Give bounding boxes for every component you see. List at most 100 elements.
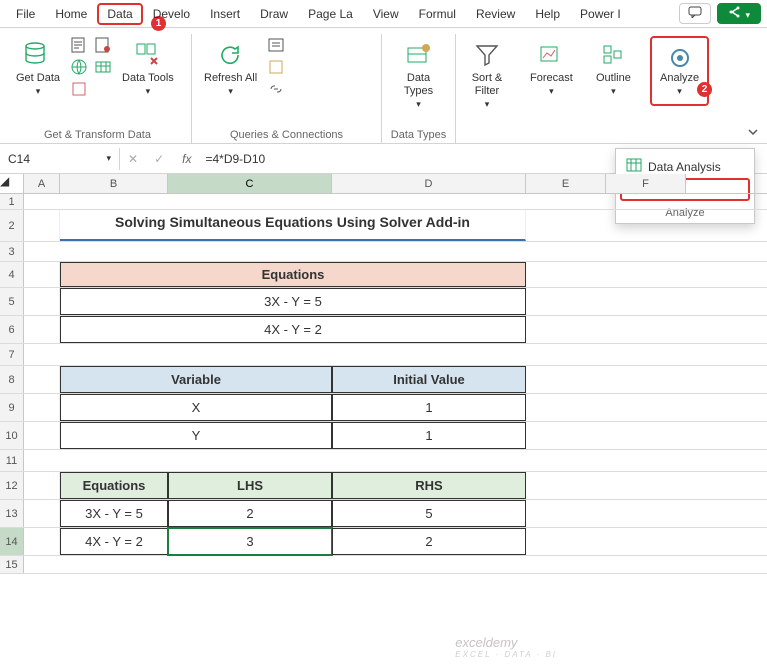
share-button[interactable]: ▾ xyxy=(717,3,761,24)
group-queries: Queries & Connections xyxy=(200,127,373,143)
init-y[interactable]: 1 xyxy=(332,422,526,449)
row-1[interactable]: 1 xyxy=(0,194,24,209)
menu-developer[interactable]: Develo xyxy=(143,3,200,25)
comments-button[interactable] xyxy=(679,3,711,24)
lhs-header: LHS xyxy=(168,472,332,499)
r13-lhs[interactable]: 2 xyxy=(168,500,332,527)
forecast-button[interactable]: Forecast▾ xyxy=(526,36,577,100)
analyze-label: Analyze xyxy=(660,72,699,85)
sort-filter-label: Sort & Filter xyxy=(468,72,506,98)
queries-icon[interactable] xyxy=(267,36,285,54)
r13-eq[interactable]: 3X - Y = 5 xyxy=(60,500,168,527)
analyze-icon xyxy=(666,44,694,72)
menu-insert[interactable]: Insert xyxy=(200,3,250,25)
data-tools-label: Data Tools xyxy=(122,72,174,85)
from-web-icon[interactable] xyxy=(70,58,88,76)
worksheet-grid[interactable]: ◢ A B C D E F 1 2 Solving Simultaneous E… xyxy=(0,174,767,574)
r13-rhs[interactable]: 5 xyxy=(332,500,526,527)
forecast-icon xyxy=(534,38,568,72)
get-data-button[interactable]: Get Data▾ xyxy=(12,36,64,100)
row-5[interactable]: 5 xyxy=(0,288,24,315)
row-11[interactable]: 11 xyxy=(0,450,24,471)
row-13[interactable]: 13 xyxy=(0,500,24,527)
col-F[interactable]: F xyxy=(606,174,686,193)
forecast-label: Forecast xyxy=(530,72,573,85)
edit-links-icon[interactable] xyxy=(267,80,285,98)
data-analysis-icon xyxy=(626,158,642,175)
menu-bar: File Home Data Develo Insert Draw Page L… xyxy=(0,0,767,28)
variable-header: Variable xyxy=(60,366,332,393)
group-get-transform: Get & Transform Data xyxy=(12,127,183,143)
refresh-all-button[interactable]: Refresh All▾ xyxy=(200,36,261,100)
outline-button[interactable]: Outline▾ xyxy=(592,36,635,100)
col-E[interactable]: E xyxy=(526,174,606,193)
data-types-label: Data Types xyxy=(394,72,443,98)
row-8[interactable]: 8 xyxy=(0,366,24,393)
eq-col-header: Equations xyxy=(60,472,168,499)
fx-icon[interactable]: fx xyxy=(172,152,201,166)
existing-conn-icon[interactable] xyxy=(94,36,112,54)
refresh-icon xyxy=(214,38,248,72)
row-12[interactable]: 12 xyxy=(0,472,24,499)
row-6[interactable]: 6 xyxy=(0,316,24,343)
r14-eq[interactable]: 4X - Y = 2 xyxy=(60,528,168,555)
menu-data[interactable]: Data xyxy=(97,3,142,25)
from-table-icon[interactable] xyxy=(94,58,112,76)
col-C[interactable]: C xyxy=(168,174,332,193)
menu-file[interactable]: File xyxy=(6,3,45,25)
initial-value-header: Initial Value xyxy=(332,366,526,393)
menu-pagelayout[interactable]: Page La xyxy=(298,3,363,25)
row-2[interactable]: 2 xyxy=(0,210,24,241)
select-all-corner[interactable]: ◢ xyxy=(0,174,24,193)
r14-rhs[interactable]: 2 xyxy=(332,528,526,555)
from-text-icon[interactable] xyxy=(70,36,88,54)
data-analysis-label: Data Analysis xyxy=(648,160,721,174)
menu-review[interactable]: Review xyxy=(466,3,525,25)
chevron-down-icon: ▾ xyxy=(745,10,750,20)
row-7[interactable]: 7 xyxy=(0,344,24,365)
sort-filter-button[interactable]: Sort & Filter▾ xyxy=(464,36,510,113)
init-x[interactable]: 1 xyxy=(332,394,526,421)
menu-home[interactable]: Home xyxy=(45,3,97,25)
row-9[interactable]: 9 xyxy=(0,394,24,421)
name-box[interactable]: C14 ▾ xyxy=(0,148,120,170)
row-15[interactable]: 15 xyxy=(0,556,24,573)
row-4[interactable]: 4 xyxy=(0,262,24,287)
database-icon xyxy=(21,38,55,72)
data-types-button[interactable]: Data Types▾ xyxy=(390,36,447,113)
col-B[interactable]: B xyxy=(60,174,168,193)
name-box-value: C14 xyxy=(8,152,30,166)
menu-formulas[interactable]: Formul xyxy=(409,3,466,25)
group-datatypes: Data Types xyxy=(390,127,447,143)
menu-help[interactable]: Help xyxy=(525,3,570,25)
row-14[interactable]: 14 xyxy=(0,528,24,555)
sheet-title: Solving Simultaneous Equations Using Sol… xyxy=(60,210,526,241)
menu-draw[interactable]: Draw xyxy=(250,3,298,25)
ribbon-collapse-chevron[interactable] xyxy=(747,126,759,141)
outline-label: Outline xyxy=(596,72,631,85)
data-types-icon xyxy=(402,38,436,72)
menu-view[interactable]: View xyxy=(363,3,409,25)
row-10[interactable]: 10 xyxy=(0,422,24,449)
outline-icon xyxy=(596,38,630,72)
r14-lhs[interactable]: 3 xyxy=(168,528,332,555)
equation-2[interactable]: 4X - Y = 2 xyxy=(60,316,526,343)
rhs-header: RHS xyxy=(332,472,526,499)
recent-sources-icon[interactable] xyxy=(70,80,88,98)
properties-icon[interactable] xyxy=(267,58,285,76)
var-x[interactable]: X xyxy=(60,394,332,421)
equations-header: Equations xyxy=(60,262,526,287)
data-tools-button[interactable]: Data Tools▾ xyxy=(118,36,178,100)
menu-powerbi[interactable]: Power I xyxy=(570,3,631,25)
equation-1[interactable]: 3X - Y = 5 xyxy=(60,288,526,315)
col-A[interactable]: A xyxy=(24,174,60,193)
chevron-down-icon: ▾ xyxy=(106,153,111,164)
data-tools-icon xyxy=(131,38,165,72)
get-data-label: Get Data xyxy=(16,72,60,85)
col-D[interactable]: D xyxy=(332,174,526,193)
var-y[interactable]: Y xyxy=(60,422,332,449)
ribbon: Get Data▾ Data Tools▾ Get & Transform Da… xyxy=(0,28,767,144)
cancel-icon[interactable]: ✕ xyxy=(120,152,146,166)
row-3[interactable]: 3 xyxy=(0,242,24,261)
enter-icon[interactable]: ✓ xyxy=(146,152,172,166)
